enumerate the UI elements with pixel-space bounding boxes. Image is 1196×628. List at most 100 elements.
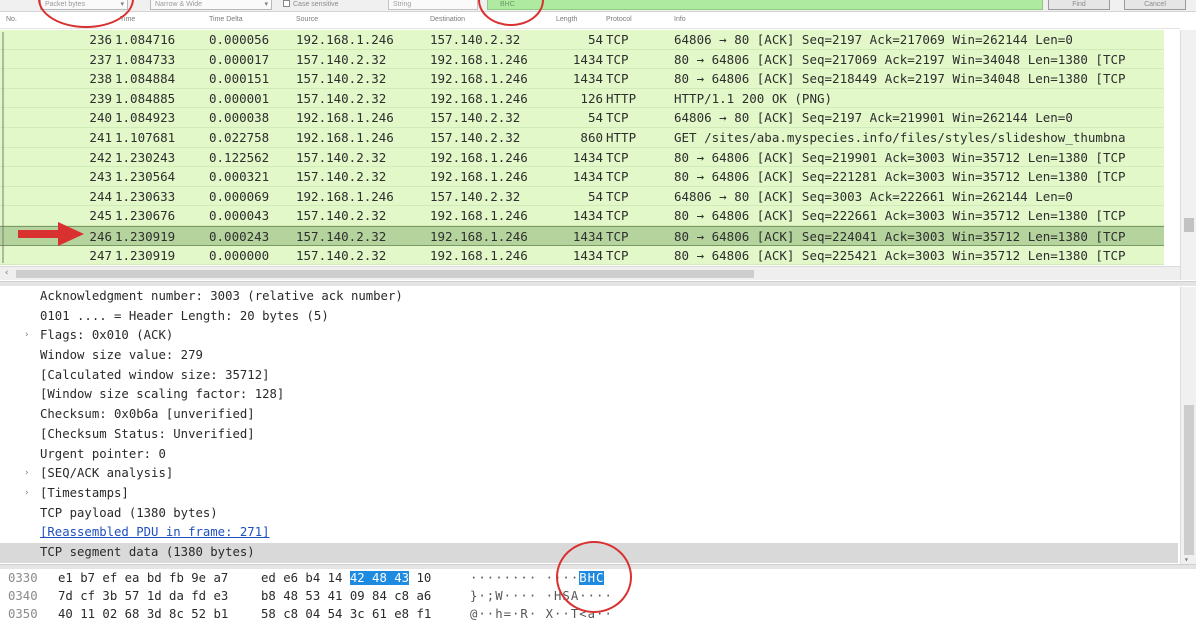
packet-cell-src: 192.168.1.246 bbox=[296, 110, 394, 126]
col-destination[interactable]: Destination bbox=[430, 16, 465, 23]
col-length[interactable]: Length bbox=[556, 16, 577, 23]
scrollbar-thumb[interactable] bbox=[16, 270, 754, 278]
scrollbar-thumb[interactable] bbox=[1184, 218, 1194, 232]
packet-cell-info: 64806 → 80 [ACK] Seq=3003 Ack=222661 Win… bbox=[674, 188, 1073, 204]
hex-bytes: 40 11 02 68 3d 8c 52 b1 bbox=[58, 607, 229, 621]
col-protocol[interactable]: Protocol bbox=[606, 16, 632, 23]
packet-cell-time: 1.084923 bbox=[115, 110, 176, 126]
packet-row[interactable]: 236 1.084716 0.000056 192.168.1.246 157.140.… bbox=[0, 30, 1164, 50]
packet-cell-info: 80 → 64806 [ACK] Seq=222661 Ack=3003 Win… bbox=[674, 208, 1126, 224]
scroll-left-icon[interactable]: ‹ bbox=[4, 268, 9, 278]
packet-cell-info: 80 → 64806 [ACK] Seq=221281 Ack=3003 Win… bbox=[674, 169, 1126, 185]
detail-text: Acknowledgment number: 3003 (relative ac… bbox=[40, 289, 403, 303]
find-button[interactable]: Find bbox=[1048, 0, 1110, 10]
search-type-value: String bbox=[393, 1, 412, 8]
cancel-button[interactable]: Cancel bbox=[1124, 0, 1186, 10]
detail-row[interactable]: TCP payload (1380 bytes) bbox=[0, 504, 1178, 524]
packet-cell-len: 126 bbox=[580, 90, 603, 106]
detail-link[interactable]: [Reassembled PDU in frame: 271] bbox=[0, 523, 1178, 543]
detail-row[interactable]: Checksum: 0x0b6a [unverified] bbox=[0, 405, 1178, 425]
detail-text: [Calculated window size: 35712] bbox=[40, 367, 270, 382]
packet-cell-src: 157.140.2.32 bbox=[296, 208, 387, 224]
packet-cell-len: 54 bbox=[587, 188, 603, 204]
packet-row[interactable]: 240 1.084923 0.000038 192.168.1.246 157.140.… bbox=[0, 108, 1164, 128]
packet-cell-proto: TCP bbox=[606, 247, 629, 263]
ascii-text: }·;W···· ·HSA···· bbox=[470, 589, 613, 603]
packet-row[interactable]: 238 1.084884 0.000151 157.140.2.32 192.168.1… bbox=[0, 69, 1164, 89]
col-source[interactable]: Source bbox=[296, 16, 318, 23]
scroll-down-icon[interactable]: ▾ bbox=[1184, 555, 1189, 564]
expand-arrow-icon[interactable]: › bbox=[24, 464, 29, 484]
col-time[interactable]: Time bbox=[120, 16, 135, 23]
packet-cell-src: 157.140.2.32 bbox=[296, 71, 387, 87]
search-input-value: BHC bbox=[500, 1, 515, 8]
checkbox-box[interactable] bbox=[283, 0, 290, 7]
related-packets-line bbox=[2, 32, 4, 263]
packet-cell-delta: 0.000000 bbox=[209, 247, 270, 263]
packet-cell-no: 239 bbox=[89, 90, 112, 106]
expand-arrow-icon[interactable]: › bbox=[24, 484, 29, 504]
detail-row[interactable]: Acknowledgment number: 3003 (relative ac… bbox=[0, 287, 1178, 307]
packet-cell-len: 1434 bbox=[572, 149, 603, 165]
packet-cell-dst: 192.168.1.246 bbox=[430, 208, 528, 224]
packet-list-vscrollbar[interactable] bbox=[1180, 30, 1196, 280]
packet-row[interactable]: 241 1.107681 0.022758 192.168.1.246 157.140.… bbox=[0, 127, 1164, 148]
packet-cell-delta: 0.000056 bbox=[209, 32, 270, 47]
packet-cell-delta: 0.000001 bbox=[209, 90, 270, 106]
detail-row[interactable]: [Calculated window size: 35712] bbox=[0, 366, 1178, 386]
packet-cell-proto: HTTP bbox=[606, 129, 637, 145]
byte-row[interactable]: 0350 40 11 02 68 3d 8c 52 b1 58 c8 04 54 3… bbox=[0, 605, 1196, 623]
col-info[interactable]: Info bbox=[674, 16, 686, 23]
packet-list-hscrollbar[interactable]: ‹ bbox=[0, 266, 1180, 280]
detail-row[interactable]: [Window size scaling factor: 128] bbox=[0, 385, 1178, 405]
detail-text: Window size value: 279 bbox=[40, 348, 203, 363]
byte-row[interactable]: 0330 e1 b7 ef ea bd fb 9e a7 ed e6 b4 14 4… bbox=[0, 569, 1196, 587]
detail-row[interactable]: Window size value: 279 bbox=[0, 346, 1178, 366]
display-format-select[interactable]: Packet bytes ▾ bbox=[40, 0, 128, 10]
case-sensitive-checkbox[interactable]: Case sensitive bbox=[283, 0, 339, 9]
col-time-delta[interactable]: Time Delta bbox=[209, 16, 243, 23]
detail-row[interactable]: › [SEQ/ACK analysis] bbox=[0, 464, 1178, 484]
detail-row[interactable]: Urgent pointer: 0 bbox=[0, 445, 1178, 465]
packet-row[interactable]: 247 1.230919 0.000000 157.140.2.32 192.168.1… bbox=[0, 245, 1164, 266]
packet-cell-info: 80 → 64806 [ACK] Seq=218449 Ack=2197 Win… bbox=[674, 71, 1126, 87]
packet-row[interactable]: 239 1.084885 0.000001 157.140.2.32 192.168.1… bbox=[0, 88, 1164, 109]
detail-row[interactable]: [Checksum Status: Unverified] bbox=[0, 425, 1178, 445]
ascii-text: ········ ···· bbox=[470, 571, 580, 585]
pane-splitter[interactable] bbox=[0, 281, 1196, 286]
packet-cell-delta: 0.022758 bbox=[209, 129, 270, 145]
packet-row-selected[interactable]: 246 1.230919 0.000243 157.140.2.32 192.168.1… bbox=[0, 225, 1164, 246]
packet-cell-len: 1434 bbox=[572, 169, 603, 185]
byte-row[interactable]: 0340 7d cf 3b 57 1d da fd e3 b8 48 53 41 0… bbox=[0, 587, 1196, 605]
packet-row[interactable]: 242 1.230243 0.122562 157.140.2.32 192.168.1… bbox=[0, 147, 1164, 168]
scrollbar-thumb[interactable] bbox=[1184, 405, 1194, 555]
byte-offset: 0350 bbox=[8, 607, 38, 621]
details-vscrollbar[interactable]: ▾ bbox=[1180, 287, 1196, 564]
detail-row[interactable]: › [Timestamps] bbox=[0, 484, 1178, 504]
detail-text: [Timestamps] bbox=[40, 485, 129, 500]
packet-cell-time: 1.084885 bbox=[115, 90, 176, 106]
charset-select[interactable]: Narrow & Wide ▾ bbox=[150, 0, 272, 10]
col-no[interactable]: No. bbox=[6, 16, 17, 23]
packet-row[interactable]: 243 1.230564 0.000321 157.140.2.32 192.168.1… bbox=[0, 167, 1164, 187]
packet-cell-time: 1.230919 bbox=[115, 228, 176, 244]
packet-cell-no: 236 bbox=[89, 32, 112, 47]
byte-offset: 0330 bbox=[8, 571, 38, 585]
display-format-value: Packet bytes bbox=[45, 1, 86, 8]
detail-row-selected[interactable]: TCP segment data (1380 bytes) bbox=[0, 542, 1178, 563]
packet-cell-dst: 157.140.2.32 bbox=[430, 188, 521, 204]
expand-arrow-icon[interactable]: › bbox=[24, 326, 29, 346]
packet-cell-proto: TCP bbox=[606, 71, 629, 87]
packet-row[interactable]: 245 1.230676 0.000043 157.140.2.32 192.168.1… bbox=[0, 206, 1164, 226]
detail-row[interactable]: 0101 .... = Header Length: 20 bytes (5) bbox=[0, 307, 1178, 327]
packet-cell-proto: TCP bbox=[606, 149, 629, 165]
packet-cell-dst: 192.168.1.246 bbox=[430, 90, 528, 106]
packet-cell-no: 247 bbox=[89, 247, 112, 263]
detail-row[interactable]: › Flags: 0x010 (ACK) bbox=[0, 326, 1178, 346]
packet-cell-len: 1434 bbox=[572, 208, 603, 224]
packet-row[interactable]: 244 1.230633 0.000069 192.168.1.246 157.140.… bbox=[0, 186, 1164, 207]
packet-row[interactable]: 237 1.084733 0.000017 157.140.2.32 192.168.1… bbox=[0, 49, 1164, 70]
search-type-select[interactable]: String bbox=[388, 0, 478, 10]
packet-cell-src: 192.168.1.246 bbox=[296, 32, 394, 47]
search-input[interactable]: BHC bbox=[487, 0, 1043, 10]
